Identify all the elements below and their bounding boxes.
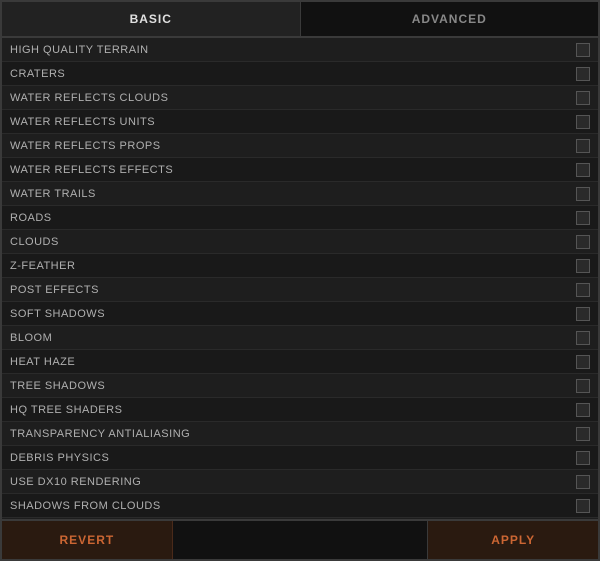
setting-checkbox-transparency-antialiasing[interactable]: [576, 427, 590, 441]
setting-label-debris-physics: DEBRIS PHYSICS: [10, 452, 346, 464]
setting-checkbox-soft-shadows[interactable]: [576, 307, 590, 321]
setting-checkbox-clouds[interactable]: [576, 235, 590, 249]
setting-label-post-effects: POST EFFECTS: [10, 284, 346, 296]
setting-label-transparency-antialiasing: TRANSPARENCY ANTIALIASING: [10, 428, 346, 440]
setting-row-soft-shadows: SOFT SHADOWS: [2, 302, 598, 326]
setting-row-hq-tree-shaders: HQ TREE SHADERS: [2, 398, 598, 422]
setting-row-z-feather: Z-FEATHER: [2, 254, 598, 278]
setting-label-clouds: CLOUDS: [10, 236, 346, 248]
settings-list: HIGH QUALITY TERRAIN CRATERS WATER REFLECT…: [2, 38, 598, 519]
setting-checkbox-water-reflects-units[interactable]: [576, 115, 590, 129]
setting-checkbox-roads[interactable]: [576, 211, 590, 225]
setting-row-transparency-antialiasing: TRANSPARENCY ANTIALIASING: [2, 422, 598, 446]
setting-label-soft-shadows: SOFT SHADOWS: [10, 308, 346, 320]
setting-label-use-dx10-rendering: USE DX10 RENDERING: [10, 476, 346, 488]
footer: REVERT APPLY: [2, 519, 598, 559]
setting-label-water-trails: WATER TRAILS: [10, 188, 346, 200]
setting-row-water-reflects-effects: WATER REFLECTS EFFECTS: [2, 158, 598, 182]
setting-row-debris-physics: DEBRIS PHYSICS: [2, 446, 598, 470]
setting-checkbox-water-reflects-effects[interactable]: [576, 163, 590, 177]
setting-checkbox-water-reflects-clouds[interactable]: [576, 91, 590, 105]
setting-label-water-reflects-units: WATER REFLECTS UNITS: [10, 116, 346, 128]
setting-label-tree-shadows: TREE SHADOWS: [10, 380, 346, 392]
setting-row-craters: CRATERS: [2, 62, 598, 86]
content-area: HIGH QUALITY TERRAIN CRATERS WATER REFLECT…: [2, 38, 598, 519]
setting-checkbox-craters[interactable]: [576, 67, 590, 81]
setting-row-use-dx10-rendering: USE DX10 RENDERING: [2, 470, 598, 494]
setting-label-water-reflects-clouds: WATER REFLECTS CLOUDS: [10, 92, 346, 104]
setting-row-shadows-from-clouds: SHADOWS FROM CLOUDS: [2, 494, 598, 518]
setting-checkbox-use-dx10-rendering[interactable]: [576, 475, 590, 489]
setting-checkbox-water-reflects-props[interactable]: [576, 139, 590, 153]
setting-checkbox-shadows-from-clouds[interactable]: [576, 499, 590, 513]
setting-label-craters: CRATERS: [10, 68, 346, 80]
setting-label-heat-haze: HEAT HAZE: [10, 356, 346, 368]
revert-button[interactable]: REVERT: [2, 521, 173, 559]
setting-label-bloom: BLOOM: [10, 332, 346, 344]
setting-row-tree-shadows: TREE SHADOWS: [2, 374, 598, 398]
setting-row-high-quality-terrain: HIGH QUALITY TERRAIN: [2, 38, 598, 62]
setting-row-clouds: CLOUDS: [2, 230, 598, 254]
setting-checkbox-heat-haze[interactable]: [576, 355, 590, 369]
setting-checkbox-tree-shadows[interactable]: [576, 379, 590, 393]
setting-label-hq-tree-shaders: HQ TREE SHADERS: [10, 404, 346, 416]
tab-advanced[interactable]: ADVANCED: [301, 2, 599, 36]
tab-basic[interactable]: BASIC: [2, 2, 301, 36]
setting-row-water-reflects-clouds: WATER REFLECTS CLOUDS: [2, 86, 598, 110]
setting-label-shadows-from-clouds: SHADOWS FROM CLOUDS: [10, 500, 346, 512]
footer-spacer: [173, 521, 429, 559]
setting-checkbox-high-quality-terrain[interactable]: [576, 43, 590, 57]
setting-label-high-quality-terrain: HIGH QUALITY TERRAIN: [10, 44, 346, 56]
setting-checkbox-hq-tree-shaders[interactable]: [576, 403, 590, 417]
setting-row-bloom: BLOOM: [2, 326, 598, 350]
tab-header: BASIC ADVANCED: [2, 2, 598, 38]
setting-label-water-reflects-effects: WATER REFLECTS EFFECTS: [10, 164, 346, 176]
setting-row-water-trails: WATER TRAILS: [2, 182, 598, 206]
setting-row-water-reflects-props: WATER REFLECTS PROPS: [2, 134, 598, 158]
setting-checkbox-water-trails[interactable]: [576, 187, 590, 201]
setting-checkbox-post-effects[interactable]: [576, 283, 590, 297]
setting-checkbox-z-feather[interactable]: [576, 259, 590, 273]
setting-checkbox-debris-physics[interactable]: [576, 451, 590, 465]
setting-row-roads: ROADS: [2, 206, 598, 230]
setting-label-z-feather: Z-FEATHER: [10, 260, 346, 272]
setting-checkbox-bloom[interactable]: [576, 331, 590, 345]
setting-label-water-reflects-props: WATER REFLECTS PROPS: [10, 140, 346, 152]
apply-button[interactable]: APPLY: [428, 521, 598, 559]
setting-row-heat-haze: HEAT HAZE: [2, 350, 598, 374]
setting-label-roads: ROADS: [10, 212, 346, 224]
setting-row-water-reflects-units: WATER REFLECTS UNITS: [2, 110, 598, 134]
main-container: BASIC ADVANCED HIGH QUALITY TERRAIN CRATE…: [0, 0, 600, 561]
setting-row-post-effects: POST EFFECTS: [2, 278, 598, 302]
